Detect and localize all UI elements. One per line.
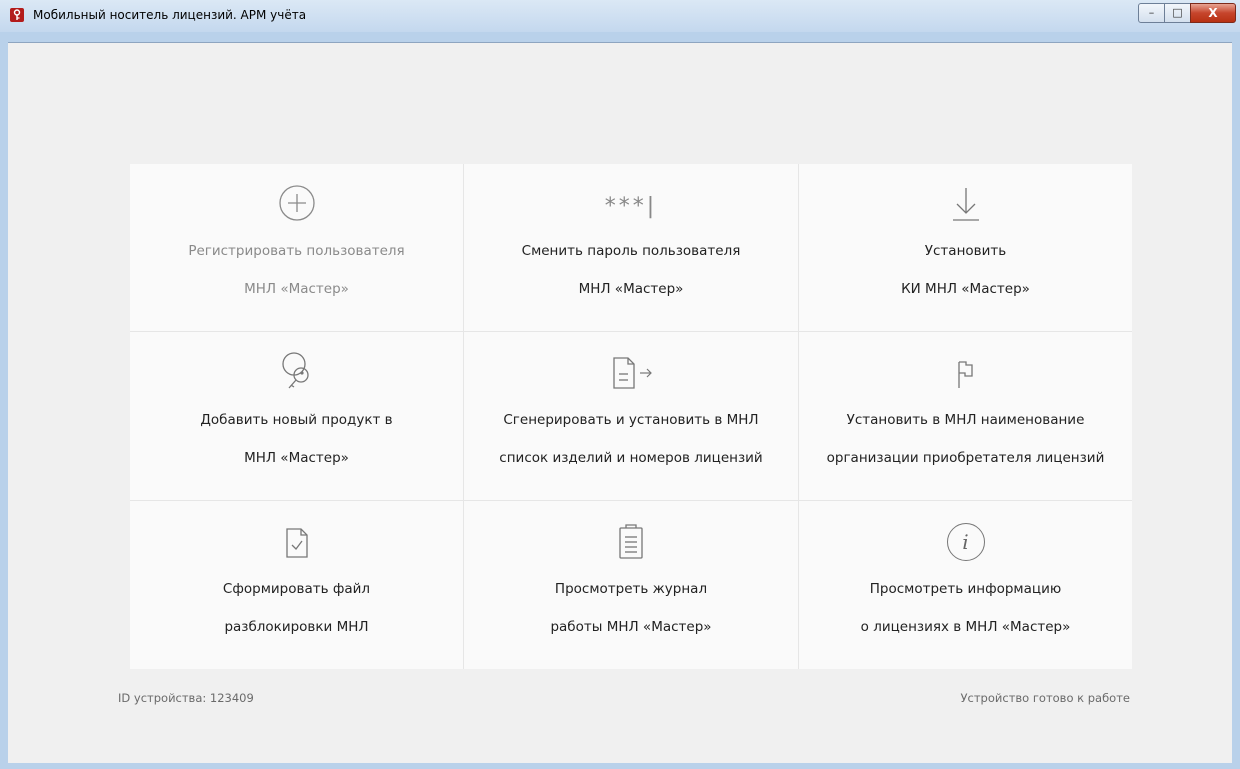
password-icon: ***|: [605, 177, 657, 223]
plus-circle-icon: [277, 177, 317, 223]
tile-view-journal[interactable]: Просмотреть журнал работы МНЛ «Мастер»: [464, 501, 798, 669]
maximize-button[interactable]: □: [1164, 3, 1191, 23]
close-button[interactable]: X: [1190, 3, 1236, 23]
tile-generate-list[interactable]: Сгенерировать и установить в МНЛ список …: [464, 332, 798, 500]
window-title: Мобильный носитель лицензий. АРМ учёта: [33, 8, 307, 22]
tile-label-line2: список изделий и номеров лицензий: [499, 449, 763, 466]
action-grid: Регистрировать пользователя МНЛ «Мастер»…: [130, 164, 1132, 669]
tile-label-line1: Сменить пароль пользователя: [521, 243, 741, 259]
tile-change-password[interactable]: ***| Сменить пароль пользователя МНЛ «Ма…: [464, 164, 798, 331]
tile-label-line2: разблокировки МНЛ: [224, 618, 369, 635]
minimize-button[interactable]: –: [1138, 3, 1165, 23]
device-status: Устройство готово к работе: [960, 691, 1130, 705]
close-icon: X: [1208, 6, 1218, 20]
tile-install-ki[interactable]: Установить КИ МНЛ «Мастер»: [799, 164, 1132, 331]
tile-label-line1: Регистрировать пользователя: [188, 243, 405, 259]
document-arrow-icon: [606, 346, 656, 392]
tile-label-line1: Установить: [924, 243, 1007, 259]
tile-label-line2: МНЛ «Мастер»: [244, 281, 349, 297]
client-area: Регистрировать пользователя МНЛ «Мастер»…: [8, 42, 1232, 763]
tile-label-line2: МНЛ «Мастер»: [578, 281, 684, 297]
tile-label-line1: Сгенерировать и установить в МНЛ: [503, 411, 759, 428]
tile-label-line2: МНЛ «Мастер»: [244, 449, 349, 466]
tile-register-user[interactable]: Регистрировать пользователя МНЛ «Мастер»: [130, 164, 463, 331]
minimize-icon: –: [1148, 6, 1155, 19]
info-icon: i: [946, 515, 985, 561]
tile-label-line1: Сформировать файл: [222, 580, 371, 597]
device-id: ID устройства: 123409: [118, 691, 254, 705]
app-key-icon: [10, 8, 24, 22]
clipboard-icon: [616, 515, 646, 561]
maximize-icon: □: [1172, 6, 1183, 19]
tile-set-organization[interactable]: Установить в МНЛ наименование организаци…: [799, 332, 1132, 500]
tile-view-licenses[interactable]: i Просмотреть информацию о лицензиях в М…: [799, 501, 1132, 669]
title-bar[interactable]: Мобильный носитель лицензий. АРМ учёта –…: [0, 0, 1240, 32]
keys-icon: [277, 346, 317, 392]
tile-label-line1: Установить в МНЛ наименование: [846, 411, 1085, 428]
download-icon: [949, 177, 983, 223]
document-check-icon: [282, 515, 312, 561]
tile-label-line2: работы МНЛ «Мастер»: [550, 618, 712, 635]
tile-label-line2: о лицензиях в МНЛ «Мастер»: [860, 618, 1071, 635]
app-window: Мобильный носитель лицензий. АРМ учёта –…: [0, 0, 1240, 769]
tile-label-line1: Просмотреть информацию: [869, 580, 1062, 597]
flag-icon: [954, 346, 978, 392]
info-icon-text: i: [962, 529, 969, 554]
tile-unlock-file[interactable]: Сформировать файл разблокировки МНЛ: [130, 501, 463, 669]
tile-label-line2: КИ МНЛ «Мастер»: [901, 281, 1030, 297]
tile-label-line2: организации приобретателя лицензий: [826, 449, 1105, 466]
tile-label-line1: Добавить новый продукт в: [200, 411, 393, 428]
tile-add-product[interactable]: Добавить новый продукт в МНЛ «Мастер»: [130, 332, 463, 500]
tile-label-line1: Просмотреть журнал: [554, 580, 708, 597]
password-icon-text: ***|: [604, 194, 658, 219]
